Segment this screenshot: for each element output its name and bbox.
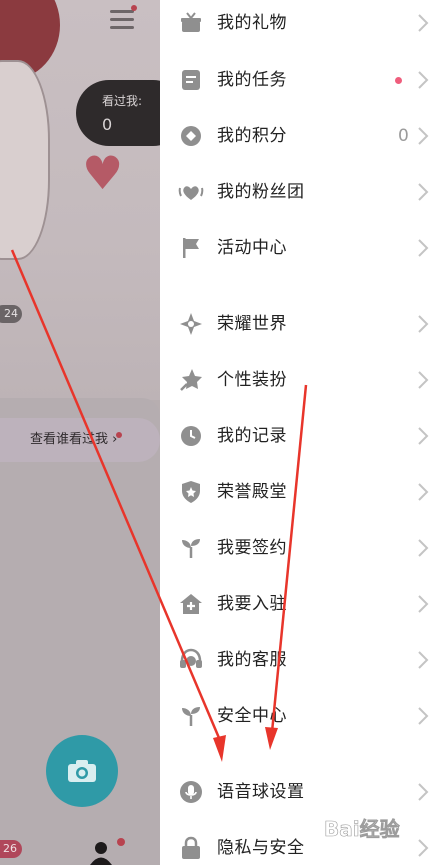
sprout-icon [182,539,200,558]
watermark-text: Bai经验 [324,817,400,841]
menu-item-label: 隐私与安全 [217,838,305,858]
menu-item-label: 我的记录 [217,426,287,446]
chevron-right-icon [418,707,429,725]
menu-item-label: 我的积分 [217,126,287,146]
chevron-right-icon [418,71,429,89]
chevron-right-icon [418,483,429,501]
menu-item-tasks[interactable]: 我的任务 [160,52,444,108]
view-visitors-label: 查看谁看过我 [30,432,109,447]
chevron-right-icon [418,14,429,32]
cover-photo: ♥ [0,0,160,400]
menu-item-label: 我的礼物 [217,13,287,33]
lock-icon [182,836,200,859]
glory-world-icon [180,313,202,335]
flag-icon [183,238,199,258]
menu-item-records[interactable]: 我的记录 [160,408,444,464]
menu-item-activity-center[interactable]: 活动中心 [160,220,444,276]
chevron-right-icon [418,595,429,613]
menu-icon[interactable] [110,10,134,30]
camera-icon [68,760,96,782]
person-notify-dot [117,838,125,846]
chevron-right-icon [418,183,429,201]
menu-item-fan-club[interactable]: 我的粉丝团 [160,164,444,220]
dress-up-icon [180,369,202,391]
chevron-right-icon [418,783,429,801]
menu-item-settle-in[interactable]: 我要入驻 [160,576,444,632]
menu-item-sign-contract[interactable]: 我要签约 [160,520,444,576]
menu-item-label: 安全中心 [217,706,287,726]
baidu-watermark-logo: Bai经验 [324,817,400,842]
menu-item-customer-service[interactable]: 我的客服 [160,632,444,688]
headset-icon [180,648,202,668]
menu-item-label: 活动中心 [217,238,287,258]
menu-item-label: 个性装扮 [217,370,287,390]
microphone-icon [180,781,202,803]
visitors-notify-dot [116,432,122,438]
menu-item-label: 我的客服 [217,650,287,670]
view-visitors-button[interactable]: 查看谁看过我 › [0,418,160,462]
unread-badge: 26 [0,840,22,858]
cartoon-face [0,60,50,260]
clock-icon [181,426,201,446]
chevron-right-icon [418,315,429,333]
task-icon [182,70,200,90]
chevron-right-icon [418,427,429,445]
menu-item-points[interactable]: 我的积分 0 [160,108,444,164]
notify-dot [395,77,402,84]
gift-icon [181,12,201,32]
chevron-right-icon [418,239,429,257]
person-icon[interactable] [89,840,113,865]
house-icon [180,594,202,614]
heart-icon: ♥ [82,146,124,200]
profile-background: ♥ 看过我: 0 24 查看谁看过我 › 26 [0,0,160,865]
seen-label: 看过我: [102,94,143,108]
menu-item-label: 我要签约 [217,538,287,558]
side-menu-drawer: 我的礼物 我的任务 我的积分 0 我的粉丝团 活动中心 荣耀世界 个性装扮 我的… [160,0,444,865]
sprout-icon [182,707,200,726]
menu-item-label: 荣耀世界 [217,314,287,334]
menu-item-label: 我的粉丝团 [217,182,305,202]
chevron-right-icon [418,651,429,669]
menu-item-dress-up[interactable]: 个性装扮 [160,352,444,408]
menu-notify-dot [131,5,137,11]
chevron-right-icon [418,371,429,389]
menu-item-label: 我的任务 [217,70,287,90]
menu-item-label: 语音球设置 [217,782,305,802]
menu-item-security-center[interactable]: 安全中心 [160,688,444,744]
menu-item-label: 荣誉殿堂 [217,482,287,502]
camera-button[interactable] [46,735,118,807]
points-count: 0 [398,126,409,146]
menu-item-gift[interactable]: 我的礼物 [160,0,444,51]
menu-item-hall-of-honor[interactable]: 荣誉殿堂 [160,464,444,520]
shield-icon [182,481,200,503]
menu-item-glory-world[interactable]: 荣耀世界 [160,296,444,352]
chevron-right-icon [418,539,429,557]
age-badge: 24 [0,305,22,323]
fan-club-icon [178,186,204,200]
seen-count-pill[interactable]: 看过我: 0 [76,80,160,146]
menu-item-label: 我要入驻 [217,594,287,614]
points-icon [181,126,201,146]
seen-count: 0 [102,115,113,134]
chevron-right-icon [418,127,429,145]
